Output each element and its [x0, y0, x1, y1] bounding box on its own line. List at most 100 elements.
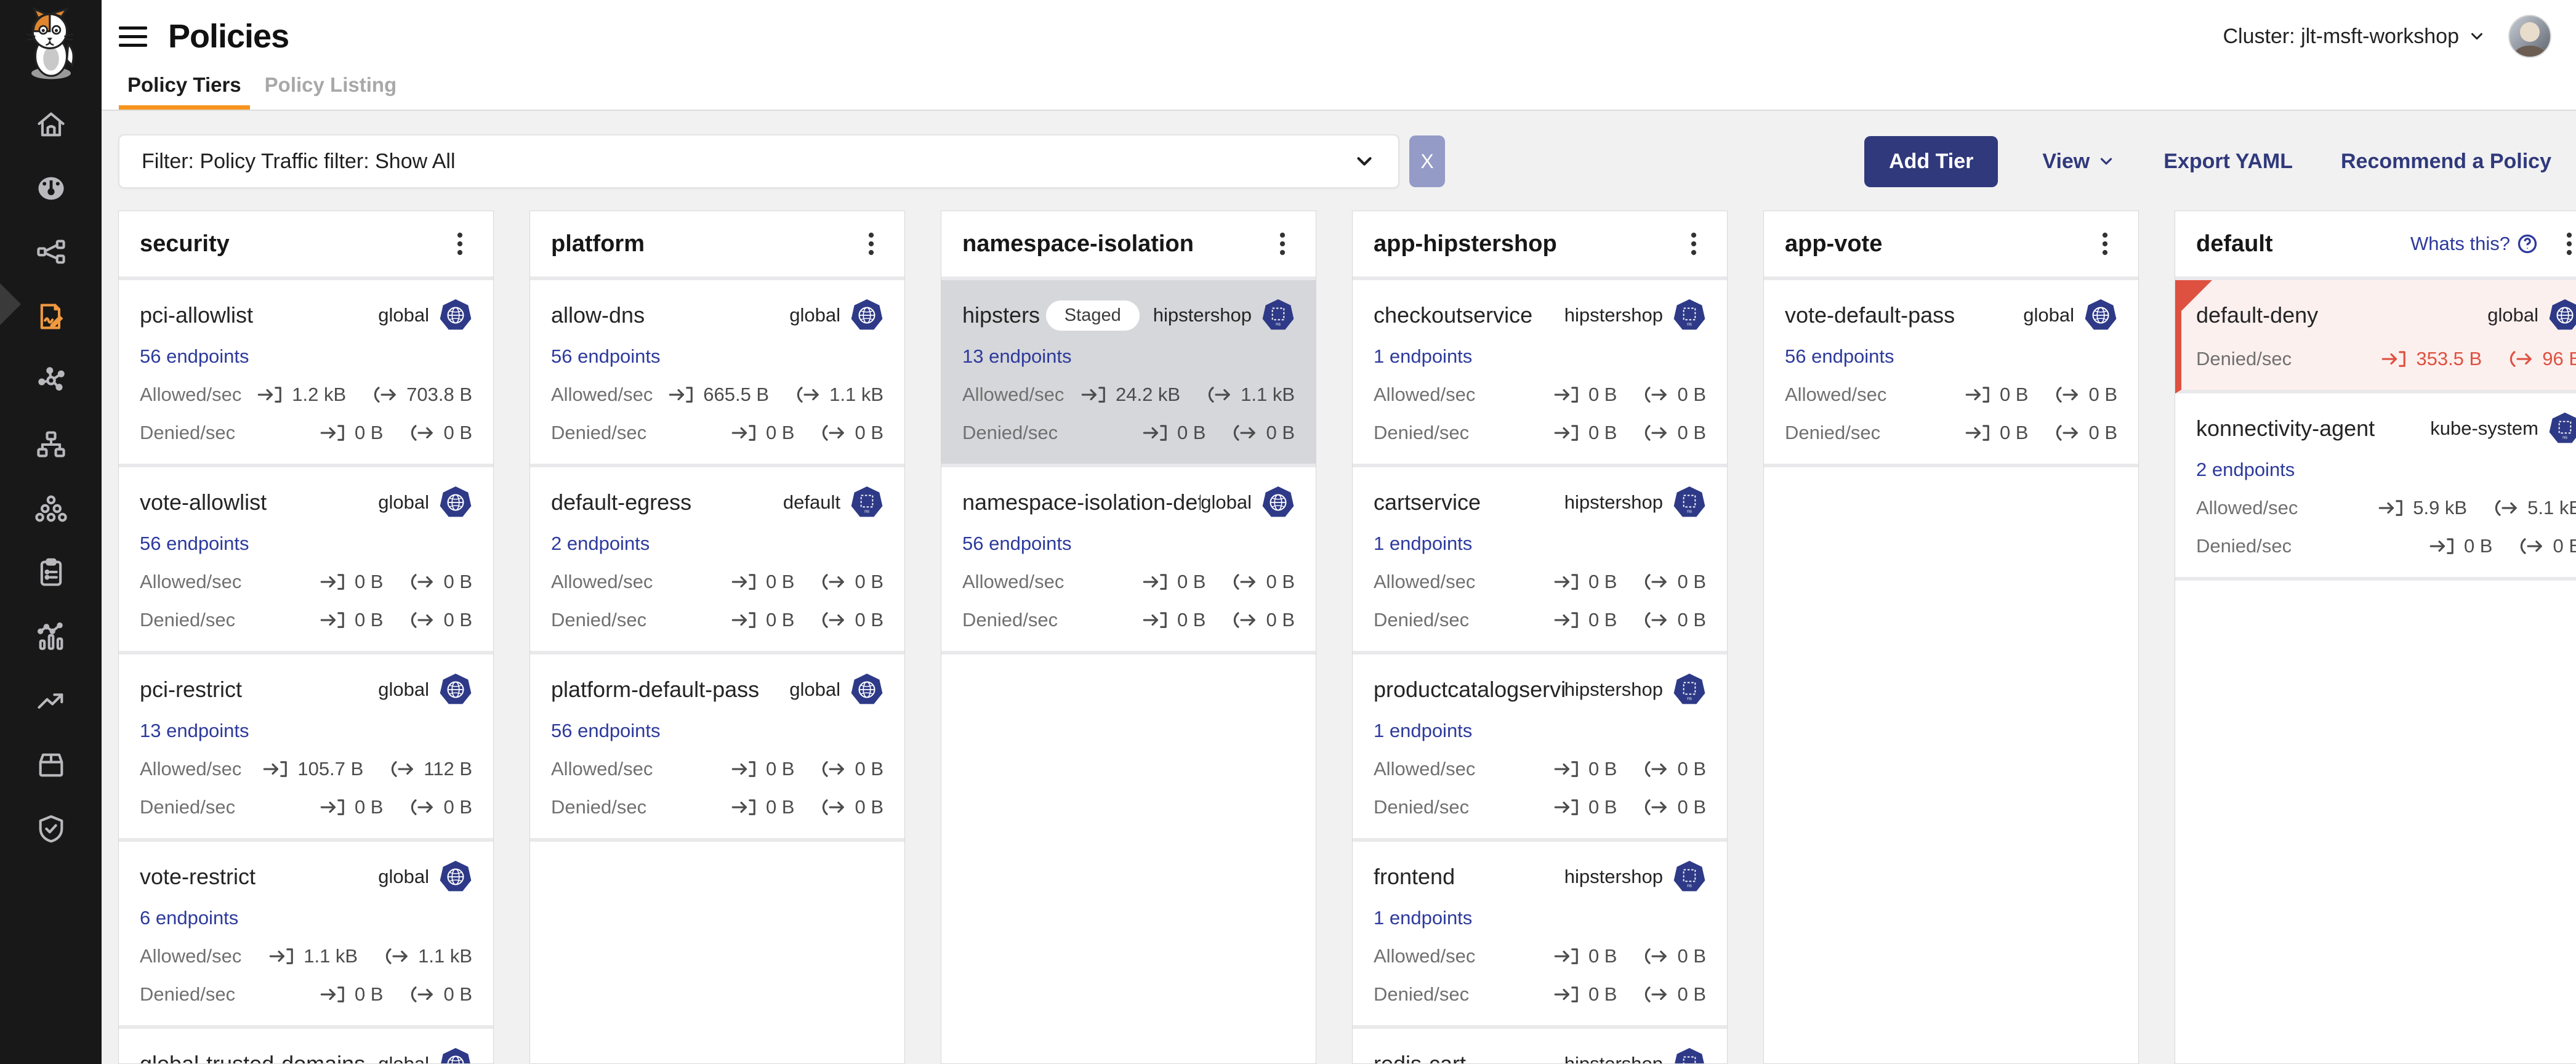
policy-card-redis-cart[interactable]: redis-carthipstershopns1 endpointsAllowe…: [1353, 1029, 1727, 1064]
whats-this-link[interactable]: Whats this?: [2410, 233, 2538, 255]
tier-menu-kebab-icon[interactable]: [448, 230, 472, 257]
traffic-out-value: 0 B: [819, 609, 883, 631]
traffic-row: Allowed/sec0 B0 B: [1374, 758, 1706, 780]
tier-menu-kebab-icon[interactable]: [2557, 230, 2576, 257]
trending-up-icon[interactable]: [35, 685, 67, 717]
endpoints-link[interactable]: 56 endpoints: [140, 345, 249, 368]
ingress-icon: [1964, 424, 1992, 442]
scope-label: global: [789, 304, 840, 326]
policy-card-hipstershop-gh[interactable]: hipstershop-gh…Stagedhipstershopns13 end…: [941, 280, 1316, 467]
policies-icon[interactable]: [35, 300, 67, 332]
service-graph-icon[interactable]: [35, 236, 67, 268]
policy-card-konnectivity-agent[interactable]: konnectivity-agentkube-systemns2 endpoin…: [2175, 393, 2576, 581]
endpoints-link[interactable]: 1 endpoints: [1374, 720, 1472, 742]
traffic-in-text: 0 B: [1588, 609, 1617, 631]
endpoints-link[interactable]: 56 endpoints: [551, 720, 661, 742]
home-icon[interactable]: [35, 108, 67, 140]
export-yaml-button[interactable]: Export YAML: [2160, 149, 2296, 174]
traffic-out-text: 0 B: [443, 983, 472, 1006]
traffic-out-text: 0 B: [1677, 796, 1706, 818]
endpoints-link[interactable]: 56 endpoints: [551, 345, 661, 368]
endpoints-link[interactable]: 2 endpoints: [2196, 459, 2295, 481]
policy-card-productcatalogservice[interactable]: productcatalogservicehipstershopns1 endp…: [1353, 655, 1727, 842]
tab-policy-listing[interactable]: Policy Listing: [256, 73, 406, 110]
traffic-in-value: 5.9 kB: [2377, 497, 2467, 519]
ingress-icon: [1553, 798, 1581, 816]
endpoints-link[interactable]: 2 endpoints: [551, 533, 650, 555]
global-badge-icon: [850, 299, 883, 332]
package-box-icon[interactable]: [35, 749, 67, 781]
user-avatar[interactable]: [2508, 15, 2551, 58]
traffic-out-value: 0 B: [2053, 384, 2117, 406]
endpoints-cluster-icon[interactable]: [35, 493, 67, 525]
traffic-out-value: 0 B: [408, 983, 472, 1006]
endpoints-link[interactable]: 1 endpoints: [1374, 533, 1472, 555]
view-menu-button[interactable]: View: [2039, 149, 2119, 174]
traffic-in-text: 5.9 kB: [2413, 497, 2467, 519]
traffic-out-value: 0 B: [1230, 609, 1295, 631]
compliance-clipboard-icon[interactable]: [35, 557, 67, 589]
scope-label: hipstershop: [1153, 304, 1252, 326]
traffic-row: Denied/sec0 B0 B: [1374, 609, 1706, 631]
egress-icon: [1230, 573, 1258, 591]
ingress-icon: [730, 798, 759, 816]
policy-card-vote-allowlist[interactable]: vote-allowlistglobal56 endpointsAllowed/…: [119, 467, 493, 655]
endpoints-link[interactable]: 56 endpoints: [1785, 345, 1894, 368]
shield-check-icon[interactable]: [35, 813, 67, 845]
policy-card-frontend[interactable]: frontendhipstershopns1 endpointsAllowed/…: [1353, 842, 1727, 1029]
tier-column-namespace-isolation: namespace-isolationhipstershop-gh…Staged…: [941, 211, 1316, 1064]
endpoints-link[interactable]: 1 endpoints: [1374, 907, 1472, 929]
policy-card-default-egress[interactable]: default-egressdefaultns2 endpointsAllowe…: [530, 467, 904, 655]
hamburger-menu-icon[interactable]: [119, 26, 147, 47]
ingress-icon: [262, 760, 290, 778]
cluster-selector[interactable]: Cluster: jlt-msft-workshop: [2223, 25, 2486, 49]
traffic-values: 1.1 kB1.1 kB: [268, 945, 472, 967]
egress-icon: [408, 985, 436, 1004]
endpoints-link[interactable]: 1 endpoints: [1374, 345, 1472, 368]
policy-card-vote-restrict[interactable]: vote-restrictglobal6 endpointsAllowed/se…: [119, 842, 493, 1029]
policy-card-cartservice[interactable]: cartservicehipstershopns1 endpointsAllow…: [1353, 467, 1727, 655]
add-tier-button[interactable]: Add Tier: [1864, 136, 1998, 187]
network-tree-icon[interactable]: [35, 429, 67, 461]
policy-name: default-egress: [551, 490, 783, 515]
traffic-in-value: 0 B: [730, 758, 795, 780]
tier-menu-kebab-icon[interactable]: [859, 230, 883, 257]
policy-name: vote-default-pass: [1785, 302, 2023, 328]
traffic-row-label: Denied/sec: [962, 609, 1058, 631]
traffic-row-label: Denied/sec: [962, 422, 1058, 444]
global-badge-icon: [2084, 299, 2117, 332]
policy-card-pci-allowlist[interactable]: pci-allowlistglobal56 endpointsAllowed/s…: [119, 280, 493, 467]
policy-card-global-trusted-domains[interactable]: global-trusted-domainsglobal56 endpoints…: [119, 1029, 493, 1064]
reports-chart-icon[interactable]: [35, 621, 67, 653]
traffic-row-label: Denied/sec: [140, 796, 235, 818]
tier-menu-kebab-icon[interactable]: [1681, 230, 1706, 257]
endpoints-link[interactable]: 56 endpoints: [962, 533, 1072, 555]
policy-card-allow-dns[interactable]: allow-dnsglobal56 endpointsAllowed/sec66…: [530, 280, 904, 467]
tier-column-default: defaultWhats this?default-denyglobalDeni…: [2175, 211, 2576, 1064]
traffic-out-text: 0 B: [1677, 945, 1706, 967]
endpoints-link[interactable]: 13 endpoints: [962, 345, 1072, 368]
policy-card-platform-default-pass[interactable]: platform-default-passglobal56 endpointsA…: [530, 655, 904, 842]
filter-clear-button[interactable]: X: [1409, 135, 1445, 187]
endpoints-link[interactable]: 13 endpoints: [140, 720, 249, 742]
endpoints-link[interactable]: 56 endpoints: [140, 533, 249, 555]
policy-card-namespace-isolation-default-p[interactable]: namespace-isolation-default-p…global56 e…: [941, 467, 1316, 655]
endpoints-link[interactable]: 6 endpoints: [140, 907, 238, 929]
tier-menu-kebab-icon[interactable]: [2093, 230, 2117, 257]
policy-traffic-filter-select[interactable]: Filter: Policy Traffic filter: Show All: [118, 134, 1399, 188]
policy-card-vote-default-pass[interactable]: vote-default-passglobal56 endpointsAllow…: [1764, 280, 2138, 467]
policy-card-checkoutservice[interactable]: checkoutservicehipstershopns1 endpointsA…: [1353, 280, 1727, 467]
ingress-icon: [730, 760, 759, 778]
flows-molecule-icon[interactable]: [35, 365, 67, 397]
traffic-in-value: 0 B: [1553, 384, 1617, 406]
policy-card-pci-restrict[interactable]: pci-restrictglobal13 endpointsAllowed/se…: [119, 655, 493, 842]
scope-label: hipstershop: [1564, 679, 1663, 701]
tier-menu-kebab-icon[interactable]: [1270, 230, 1295, 257]
recommend-policy-button[interactable]: Recommend a Policy: [2337, 149, 2555, 174]
svg-text:ns: ns: [1687, 509, 1692, 514]
policy-card-default-deny[interactable]: default-denyglobalDenied/sec353.5 B96 B: [2175, 280, 2576, 393]
traffic-out-text: 0 B: [1677, 384, 1706, 406]
ingress-icon: [268, 947, 296, 965]
tab-policy-tiers[interactable]: Policy Tiers: [119, 73, 250, 110]
dashboard-gauge-icon[interactable]: [35, 172, 67, 204]
